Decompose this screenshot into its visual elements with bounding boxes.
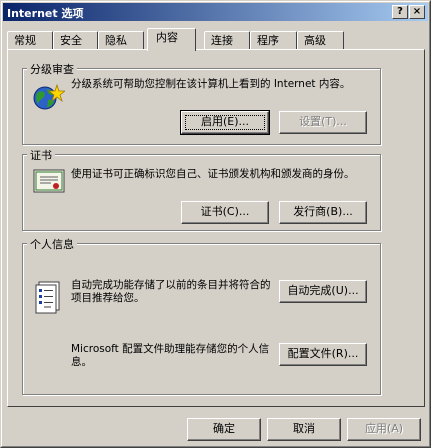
personal-info-group-label: 个人信息 (27, 236, 77, 252)
tab-advanced[interactable]: 高级 (297, 31, 344, 50)
content-advisor-group-label: 分级审查 (27, 61, 77, 77)
internet-options-window: Internet 选项 ? × 常规 安全 隐私 内容 连接 程序 高级 分级审… (0, 0, 431, 448)
my-profile-button[interactable]: 配置文件(R)... (279, 343, 367, 366)
title-bar[interactable]: Internet 选项 ? × (3, 3, 428, 21)
help-button[interactable]: ? (392, 5, 408, 19)
publishers-button[interactable]: 发行商(B)... (279, 201, 367, 224)
tab-privacy[interactable]: 隐私 (98, 31, 144, 50)
enable-content-advisor-button[interactable]: 启用(E)... (180, 110, 270, 135)
content-advisor-settings-button[interactable]: 设置(T)... (279, 111, 367, 134)
certificates-group-label: 证书 (27, 147, 55, 163)
content-advisor-group: 分级审查 分级系统可帮助您控制在该计算机上看到的 Internet 内容。 启用… (22, 61, 381, 145)
tab-connections[interactable]: 连接 (204, 31, 250, 50)
window-title: Internet 选项 (7, 7, 84, 20)
tab-content[interactable]: 内容 (147, 28, 196, 51)
content-advisor-description: 分级系统可帮助您控制在该计算机上看到的 Internet 内容。 (71, 78, 351, 90)
cancel-button[interactable]: 取消 (267, 418, 341, 441)
tab-security[interactable]: 安全 (53, 31, 98, 50)
profile-assistant-description: Microsoft 配置文件助理能存储您的个人信息。 (71, 343, 270, 368)
certificates-group: 证书 使用证书可正确标识您自己、证书颁发机构和颁发商的身份。 证书(C)... … (22, 147, 381, 231)
ok-button[interactable]: 确定 (187, 418, 261, 441)
personal-info-group: 个人信息 自动完成功能存储了以前的条目并将符合的项目推荐给您。 自动完成(U).… (22, 236, 381, 395)
certificates-description: 使用证书可正确标识您自己、证书颁发机构和颁发商的身份。 (71, 168, 355, 180)
content-advisor-globe-icon (33, 83, 65, 110)
tab-general[interactable]: 常规 (7, 31, 53, 50)
close-button[interactable]: × (409, 5, 425, 19)
autocomplete-description: 自动完成功能存储了以前的条目并将符合的项目推荐给您。 (71, 279, 271, 304)
certificates-button[interactable]: 证书(C)... (181, 201, 269, 224)
tab-programs[interactable]: 程序 (250, 31, 297, 50)
apply-button[interactable]: 应用(A) (347, 418, 421, 441)
certificate-icon (33, 169, 65, 193)
autocomplete-document-icon (35, 281, 60, 314)
autocomplete-button[interactable]: 自动完成(U)... (279, 280, 367, 303)
content-tab-panel: 分级审查 分级系统可帮助您控制在该计算机上看到的 Internet 内容。 启用… (7, 49, 425, 407)
